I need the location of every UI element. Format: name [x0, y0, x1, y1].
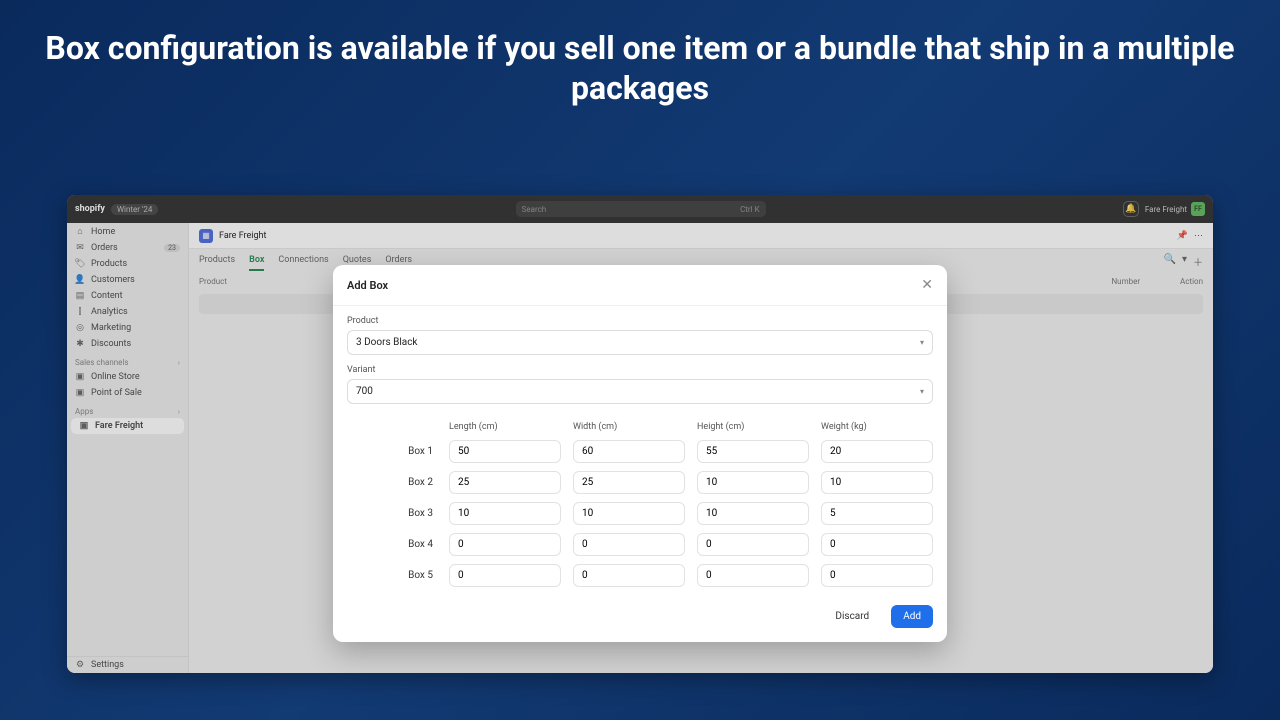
- box-row-label: Box 5: [347, 570, 437, 581]
- discard-button[interactable]: Discard: [823, 605, 881, 628]
- modal-title: Add Box: [347, 279, 388, 292]
- app-shell: shopify Winter '24 Search Ctrl K 🔔 Fare …: [67, 195, 1213, 673]
- dimension-input[interactable]: [573, 533, 685, 556]
- column-header: Width (cm): [573, 422, 685, 432]
- dimension-input[interactable]: [449, 440, 561, 463]
- box-row-label: Box 4: [347, 539, 437, 550]
- add-button[interactable]: Add: [891, 605, 933, 628]
- dimension-input[interactable]: [821, 471, 933, 494]
- dimension-input[interactable]: [449, 564, 561, 587]
- product-value: 3 Doors Black: [356, 337, 418, 348]
- dimension-input[interactable]: [697, 502, 809, 525]
- dimension-input[interactable]: [821, 502, 933, 525]
- dimension-input[interactable]: [449, 471, 561, 494]
- variant-select[interactable]: 700 ▾: [347, 379, 933, 404]
- column-header: Weight (kg): [821, 422, 933, 432]
- dimension-input[interactable]: [697, 564, 809, 587]
- dimension-input[interactable]: [573, 471, 685, 494]
- box-row-label: Box 1: [347, 446, 437, 457]
- modal-overlay: Add Box ✕ Product 3 Doors Black ▾ Varian…: [67, 195, 1213, 673]
- box-row-label: Box 2: [347, 477, 437, 488]
- product-label: Product: [347, 316, 933, 326]
- dimension-input[interactable]: [821, 440, 933, 463]
- column-header: Height (cm): [697, 422, 809, 432]
- chevron-down-icon: ▾: [920, 387, 924, 396]
- dimension-input[interactable]: [573, 502, 685, 525]
- box-row-label: Box 3: [347, 508, 437, 519]
- dimension-input[interactable]: [697, 533, 809, 556]
- hero-headline: Box configuration is available if you se…: [0, 0, 1280, 126]
- dimension-input[interactable]: [573, 440, 685, 463]
- dimension-input[interactable]: [821, 564, 933, 587]
- dimension-input[interactable]: [449, 533, 561, 556]
- dimension-input[interactable]: [821, 533, 933, 556]
- dimension-input[interactable]: [697, 471, 809, 494]
- chevron-down-icon: ▾: [920, 338, 924, 347]
- dimension-input[interactable]: [573, 564, 685, 587]
- close-icon[interactable]: ✕: [921, 277, 933, 293]
- product-select[interactable]: 3 Doors Black ▾: [347, 330, 933, 355]
- variant-label: Variant: [347, 365, 933, 375]
- dimension-input[interactable]: [697, 440, 809, 463]
- dimension-input[interactable]: [449, 502, 561, 525]
- column-header: Length (cm): [449, 422, 561, 432]
- variant-value: 700: [356, 386, 373, 397]
- add-box-modal: Add Box ✕ Product 3 Doors Black ▾ Varian…: [333, 265, 947, 642]
